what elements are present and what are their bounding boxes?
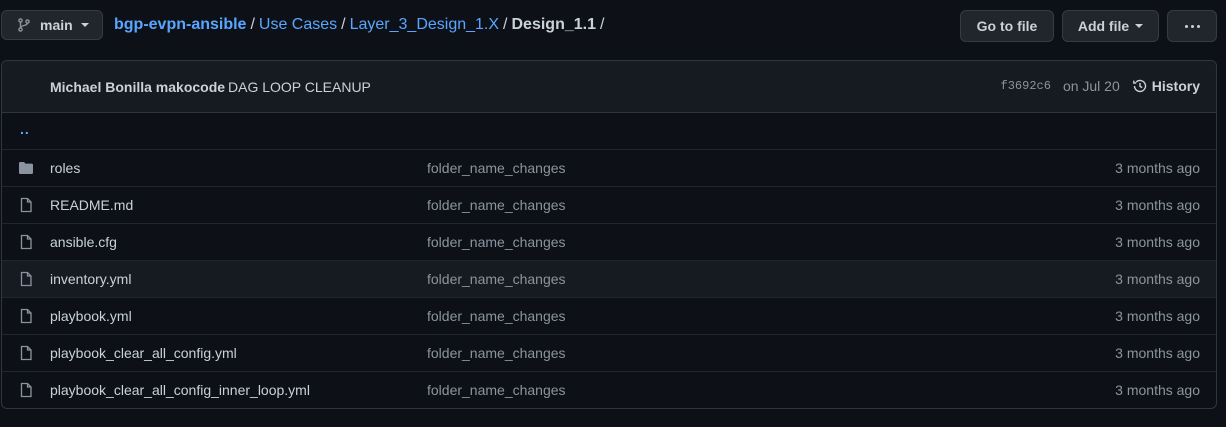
- file-icon: [18, 234, 34, 250]
- commit-meta: f3692c6 on Jul 20 History: [1001, 78, 1200, 94]
- breadcrumb-current: Design_1.1: [511, 16, 596, 33]
- file-row[interactable]: README.md folder_name_changes 3 months ago: [2, 187, 1216, 224]
- file-name-link[interactable]: README.md: [50, 197, 133, 213]
- file-icon: [18, 308, 34, 324]
- file-commit-message-link[interactable]: folder_name_changes: [427, 160, 566, 176]
- file-name-link[interactable]: playbook_clear_all_config_inner_loop.yml: [50, 382, 310, 398]
- branch-selector-button[interactable]: main: [1, 10, 103, 40]
- more-options-button[interactable]: [1167, 10, 1217, 42]
- breadcrumb-separator: /: [599, 16, 605, 33]
- parent-directory-row[interactable]: ..: [2, 113, 1216, 150]
- file-row[interactable]: playbook.yml folder_name_changes 3 months …: [2, 298, 1216, 335]
- file-commit-message-link[interactable]: folder_name_changes: [427, 308, 566, 324]
- commit-author-link[interactable]: Michael Bonilla makocode: [50, 79, 225, 95]
- parent-directory-link[interactable]: ..: [20, 121, 30, 137]
- file-icon: [18, 382, 34, 398]
- file-commit-message-link[interactable]: folder_name_changes: [427, 271, 566, 287]
- breadcrumb-repo-link[interactable]: bgp-evpn-ansible: [114, 16, 246, 34]
- file-name-link[interactable]: playbook_clear_all_config.yml: [50, 345, 237, 361]
- file-last-updated: 3 months ago: [1115, 308, 1200, 324]
- breadcrumb-separator: /: [503, 16, 508, 33]
- breadcrumb-separator: /: [250, 16, 255, 33]
- top-bar: main bgp-evpn-ansible / Use Cases / Laye…: [0, 0, 1226, 52]
- file-row[interactable]: playbook_clear_all_config.yml folder_name…: [2, 335, 1216, 372]
- file-row[interactable]: roles folder_name_changes 3 months ago: [2, 150, 1216, 187]
- file-last-updated: 3 months ago: [1115, 271, 1200, 287]
- file-icon: [18, 271, 34, 287]
- file-browser: Michael Bonilla makocode DAG LOOP CLEANU…: [1, 60, 1217, 409]
- file-row[interactable]: inventory.yml folder_name_changes 3 months…: [2, 261, 1216, 298]
- commit-date: on Jul 20: [1062, 78, 1120, 94]
- breadcrumb-separator: /: [341, 16, 346, 33]
- kebab-horizontal-icon: [1184, 24, 1200, 28]
- go-to-file-button[interactable]: Go to file: [960, 10, 1054, 42]
- file-last-updated: 3 months ago: [1115, 160, 1200, 176]
- breadcrumb-link-layer-3-design[interactable]: Layer_3_Design_1.X: [350, 16, 499, 34]
- file-name-link[interactable]: playbook.yml: [50, 308, 132, 324]
- add-file-label: Add file: [1077, 18, 1130, 34]
- git-branch-icon: [16, 17, 32, 33]
- file-last-updated: 3 months ago: [1115, 382, 1200, 398]
- folder-icon: [18, 160, 34, 176]
- breadcrumb-link-use-cases[interactable]: Use Cases: [259, 16, 337, 34]
- file-commit-message-link[interactable]: folder_name_changes: [427, 382, 566, 398]
- history-label: History: [1151, 78, 1200, 94]
- file-name-link[interactable]: ansible.cfg: [50, 234, 117, 250]
- file-name-link[interactable]: inventory.yml: [50, 271, 131, 287]
- file-commit-message-link[interactable]: folder_name_changes: [427, 197, 566, 213]
- file-icon: [18, 197, 34, 213]
- file-row[interactable]: ansible.cfg folder_name_changes 3 months a…: [2, 224, 1216, 261]
- branch-name: main: [40, 17, 73, 33]
- commit-message-link[interactable]: DAG LOOP CLEANUP: [228, 79, 371, 95]
- latest-commit-bar: Michael Bonilla makocode DAG LOOP CLEANU…: [2, 61, 1216, 113]
- file-last-updated: 3 months ago: [1115, 234, 1200, 250]
- commit-sha-link[interactable]: f3692c6: [1001, 79, 1051, 93]
- file-commit-message-link[interactable]: folder_name_changes: [427, 345, 566, 361]
- file-name-link[interactable]: roles: [50, 160, 80, 176]
- history-link[interactable]: History: [1132, 78, 1200, 94]
- file-row[interactable]: playbook_clear_all_config_inner_loop.yml…: [2, 372, 1216, 408]
- file-last-updated: 3 months ago: [1115, 197, 1200, 213]
- file-last-updated: 3 months ago: [1115, 345, 1200, 361]
- breadcrumb: bgp-evpn-ansible / Use Cases / Layer_3_D…: [114, 16, 608, 34]
- history-icon: [1132, 78, 1148, 94]
- chevron-down-icon: [80, 23, 89, 27]
- chevron-down-icon: [1135, 24, 1144, 28]
- file-commit-message-link[interactable]: folder_name_changes: [427, 234, 566, 250]
- go-to-file-label: Go to file: [976, 18, 1038, 34]
- file-icon: [18, 345, 34, 361]
- add-file-button[interactable]: Add file: [1062, 10, 1159, 42]
